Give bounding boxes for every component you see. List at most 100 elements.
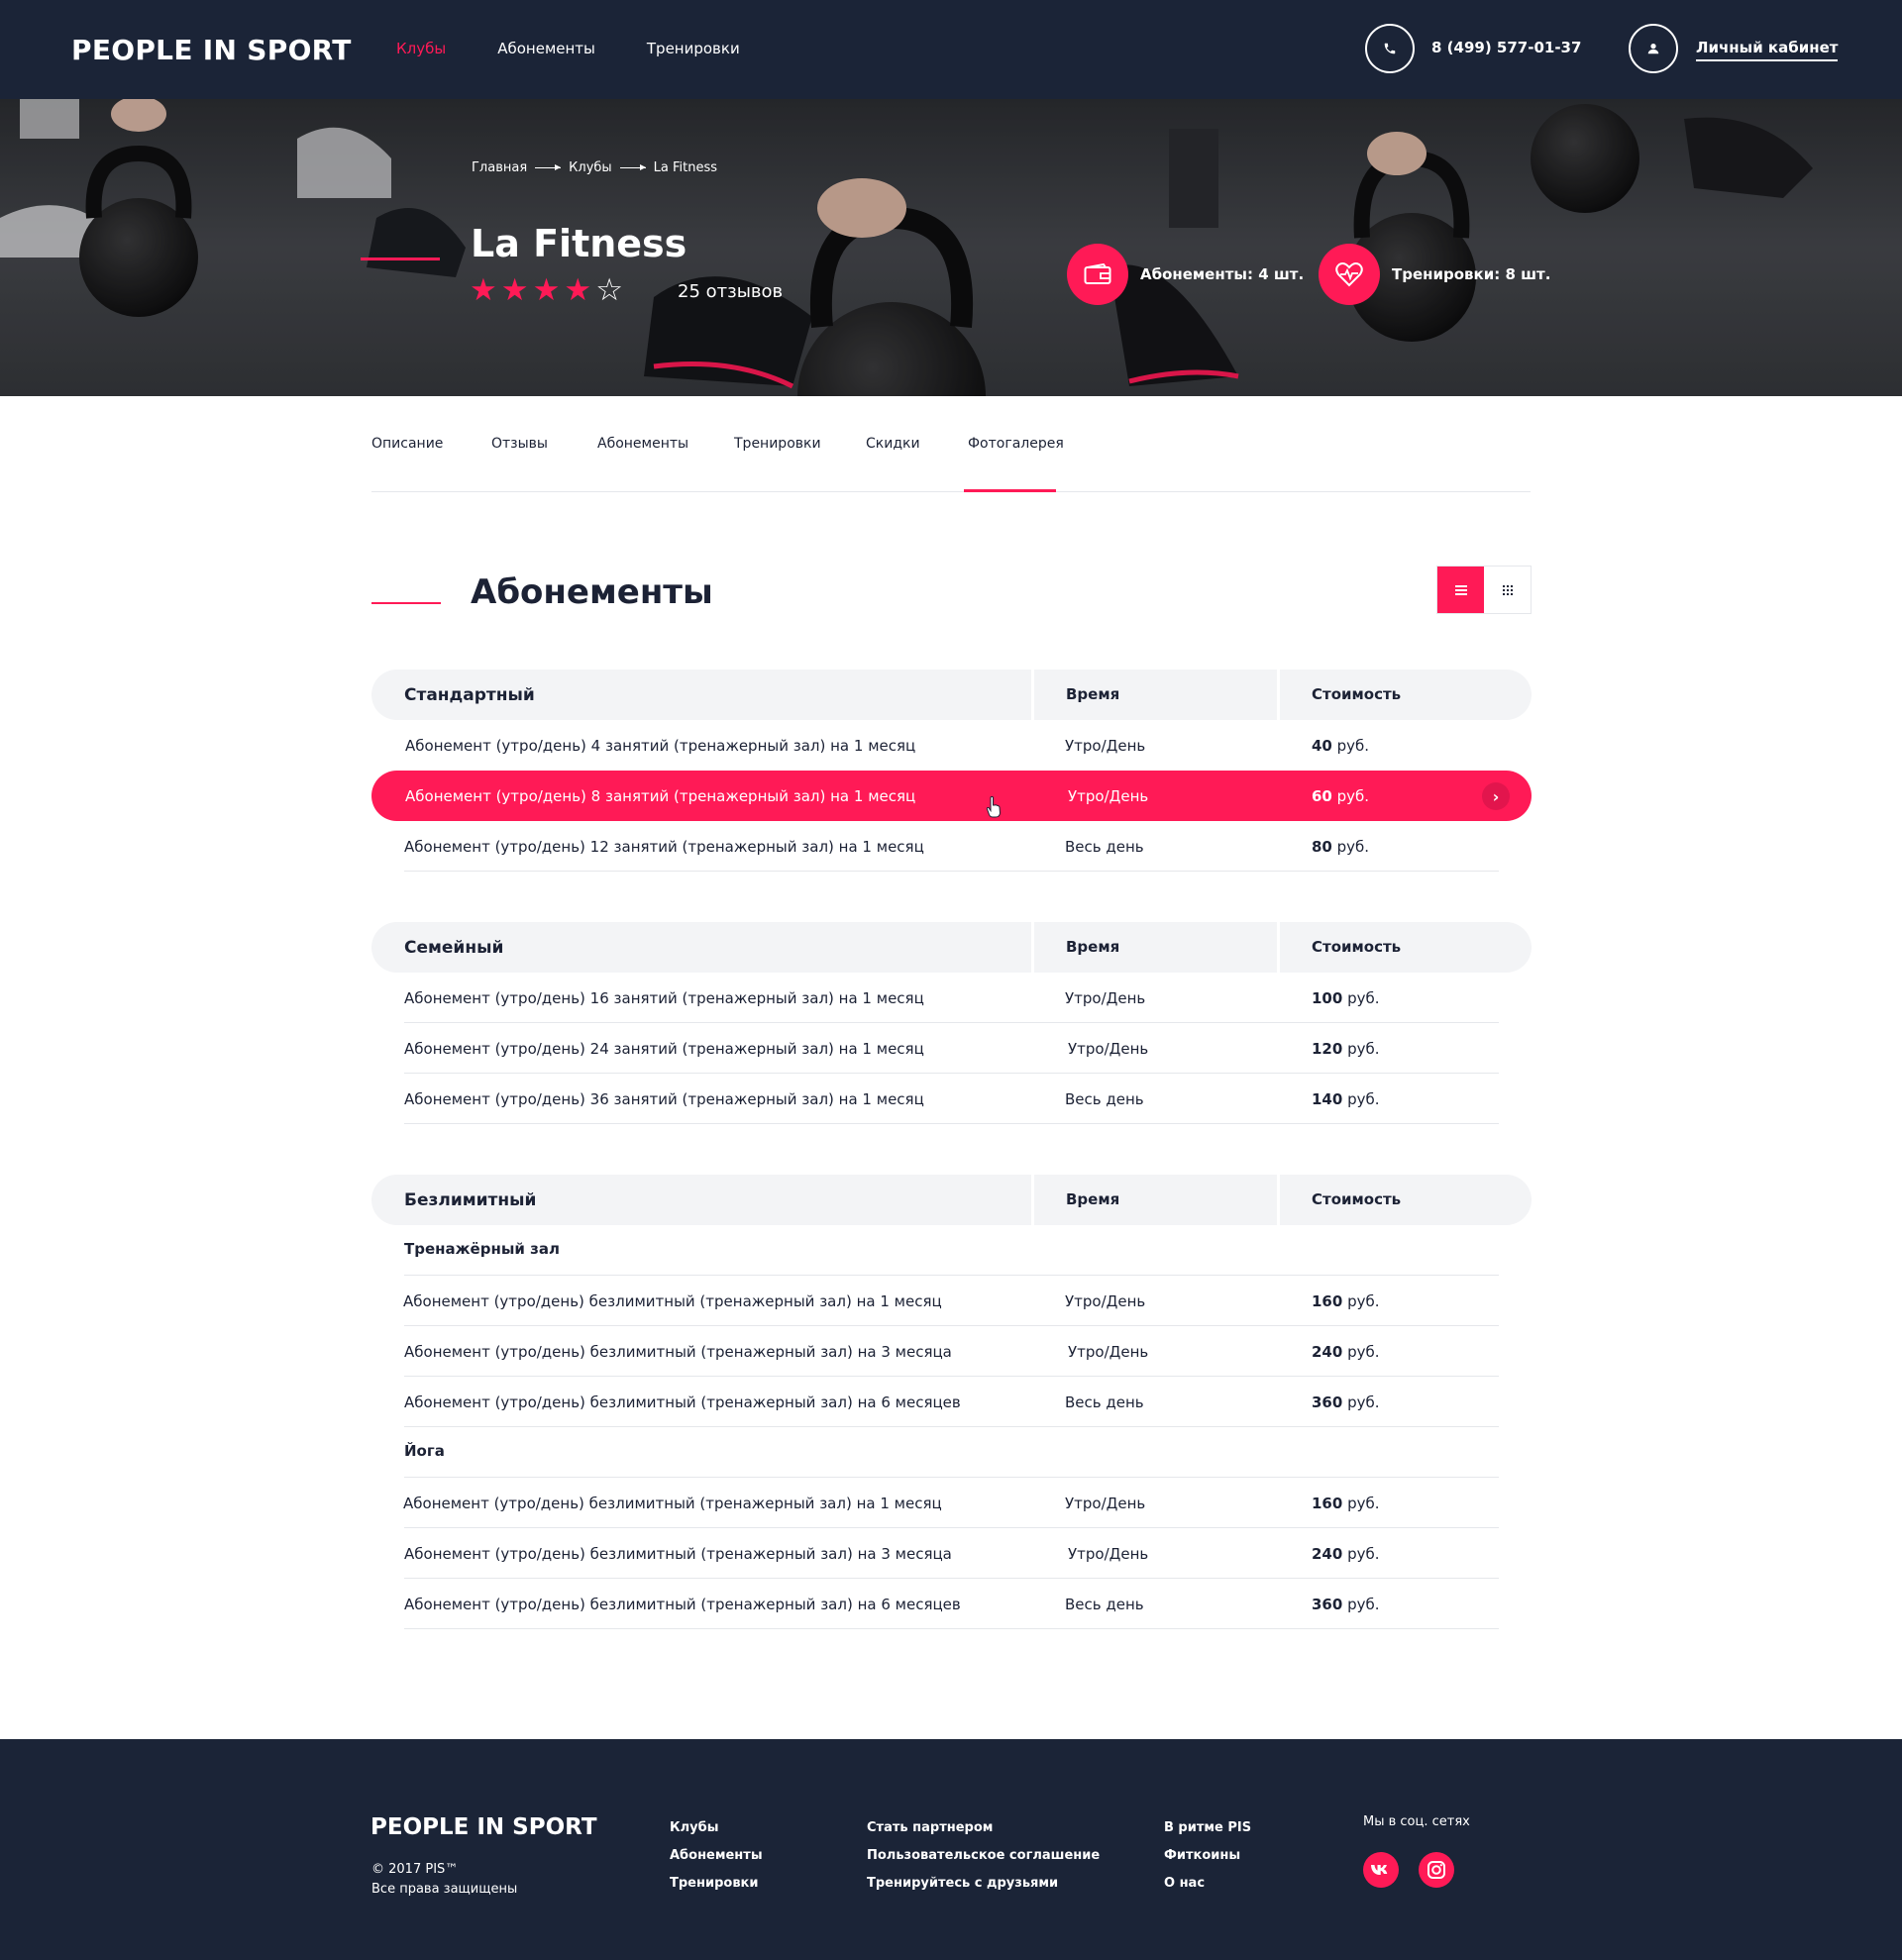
breadcrumb-clubs[interactable]: Клубы	[569, 160, 612, 175]
row-time: Утро/День	[1068, 1040, 1149, 1058]
row-time: Утро/День	[1065, 1292, 1146, 1310]
title-accent-line	[361, 258, 440, 260]
tab-gallery[interactable]: Фотогалерея	[968, 436, 1064, 452]
chevron-right-icon[interactable]: ›	[1482, 782, 1510, 810]
active-tab-indicator	[964, 489, 1056, 492]
row-price: 240 руб.	[1312, 1343, 1380, 1361]
table-row[interactable]: Абонемент (утро/день) безлимитный (трена…	[371, 1528, 1532, 1579]
footer-logo[interactable]: PEOPLE IN SPORT	[370, 1814, 597, 1840]
footer-nav-col-3: В ритме PIS Фиткоины О нас	[1164, 1814, 1251, 1898]
cursor-hand-icon	[986, 796, 1002, 818]
footer-link-partner[interactable]: Стать партнером	[867, 1814, 1100, 1842]
footer-link-friends[interactable]: Тренируйтесь с друзьями	[867, 1870, 1100, 1898]
site-header: PEOPLE IN SPORT Клубы Абонементы Трениро…	[0, 0, 1902, 99]
footer-link-rhythm[interactable]: В ритме PIS	[1164, 1814, 1251, 1842]
row-price: 60 руб.	[1312, 787, 1370, 805]
group-title: Семейный	[404, 938, 504, 958]
row-name: Абонемент (утро/день) 16 занятий (тренаж…	[404, 989, 924, 1007]
tab-discounts[interactable]: Скидки	[866, 436, 920, 452]
row-name: Абонемент (утро/день) 12 занятий (тренаж…	[404, 838, 924, 856]
row-price: 360 руб.	[1312, 1393, 1380, 1411]
table-row[interactable]: Абонемент (утро/день) безлимитный (трена…	[371, 1478, 1532, 1528]
phone-number[interactable]: 8 (499) 577-01-37	[1431, 39, 1581, 56]
footer-link-fitcoins[interactable]: Фиткоины	[1164, 1842, 1251, 1870]
star-filled-icon: ★	[500, 272, 529, 308]
nav-clubs[interactable]: Клубы	[396, 40, 446, 57]
group-header: Безлимитный Время Стоимость	[371, 1175, 1532, 1225]
account-link[interactable]: Личный кабинет	[1696, 39, 1839, 61]
reviews-count[interactable]: 25 отзывов	[678, 281, 783, 302]
footer-link-trainings[interactable]: Тренировки	[670, 1870, 763, 1898]
table-row-highlighted[interactable]: Абонемент (утро/день) 8 занятий (тренаже…	[371, 771, 1532, 821]
row-name: Абонемент (утро/день) безлимитный (трена…	[403, 1495, 942, 1512]
column-time: Время	[1066, 685, 1120, 703]
row-name: Абонемент (утро/день) 4 занятий (тренаже…	[405, 737, 916, 755]
table-row[interactable]: Абонемент (утро/день) безлимитный (трена…	[371, 1326, 1532, 1377]
heartbeat-icon	[1319, 244, 1380, 305]
table-row[interactable]: Абонемент (утро/день) 16 занятий (тренаж…	[371, 973, 1532, 1023]
tab-trainings[interactable]: Тренировки	[734, 436, 821, 452]
breadcrumb: Главная Клубы La Fitness	[472, 160, 717, 175]
footer-copyright: © 2017 PIS™ Все права защищены	[371, 1860, 517, 1900]
column-price: Стоимость	[1312, 1190, 1402, 1208]
arrow-right-icon	[535, 164, 562, 170]
social-title: Мы в соц. сетях	[1363, 1814, 1470, 1829]
tab-description[interactable]: Описание	[371, 436, 443, 452]
table-row[interactable]: Абонемент (утро/день) безлимитный (трена…	[371, 1579, 1532, 1629]
tab-subscriptions[interactable]: Абонементы	[597, 436, 688, 452]
row-price: 240 руб.	[1312, 1545, 1380, 1563]
table-row[interactable]: Абонемент (утро/день) 36 занятий (тренаж…	[371, 1074, 1532, 1124]
footer-nav-col-2: Стать партнером Пользовательское соглаше…	[867, 1814, 1100, 1898]
site-footer: PEOPLE IN SPORT © 2017 PIS™ Все права за…	[0, 1739, 1902, 1960]
user-icon[interactable]	[1629, 24, 1678, 73]
row-name: Абонемент (утро/день) 36 занятий (тренаж…	[404, 1090, 924, 1108]
group-title: Стандартный	[404, 685, 535, 705]
site-logo[interactable]: PEOPLE IN SPORT	[71, 34, 352, 66]
club-tabs: Описание Отзывы Абонементы Тренировки Ск…	[371, 396, 1531, 492]
stat-subscriptions-label: Абонементы: 4 шт.	[1140, 265, 1305, 283]
row-time: Утро/День	[1068, 787, 1149, 805]
table-row[interactable]: Абонемент (утро/день) 12 занятий (тренаж…	[371, 821, 1532, 872]
row-name: Абонемент (утро/день) безлимитный (трена…	[404, 1343, 952, 1361]
column-price: Стоимость	[1312, 938, 1402, 956]
row-price: 100 руб.	[1312, 989, 1380, 1007]
row-time: Весь день	[1065, 1596, 1144, 1613]
footer-link-agreement[interactable]: Пользовательское соглашение	[867, 1842, 1100, 1870]
tab-reviews[interactable]: Отзывы	[491, 436, 548, 452]
row-time: Утро/День	[1065, 1495, 1146, 1512]
footer-link-about[interactable]: О нас	[1164, 1870, 1251, 1898]
hero-banner: Главная Клубы La Fitness La Fitness ★ ★ …	[0, 99, 1902, 396]
stat-trainings-label: Тренировки: 8 шт.	[1392, 265, 1551, 283]
vk-icon[interactable]	[1363, 1852, 1399, 1888]
row-time: Весь день	[1065, 838, 1144, 856]
row-price: 160 руб.	[1312, 1495, 1380, 1512]
group-header: Семейный Время Стоимость	[371, 922, 1532, 973]
copyright-text: © 2017 PIS™	[371, 1862, 459, 1877]
footer-nav-col-1: Клубы Абонементы Тренировки	[670, 1814, 763, 1898]
row-time: Утро/День	[1065, 737, 1146, 755]
group-title: Безлимитный	[404, 1190, 537, 1210]
footer-link-clubs[interactable]: Клубы	[670, 1814, 763, 1842]
row-price: 40 руб.	[1312, 737, 1370, 755]
breadcrumb-home[interactable]: Главная	[472, 160, 527, 175]
nav-trainings[interactable]: Тренировки	[647, 40, 740, 57]
subscription-group-standard: Стандартный Время Стоимость Абонемент (у…	[371, 670, 1532, 872]
row-price: 360 руб.	[1312, 1596, 1380, 1613]
list-view-icon[interactable]	[1437, 567, 1484, 613]
nav-subscriptions[interactable]: Абонементы	[497, 40, 595, 57]
row-name: Абонемент (утро/день) безлимитный (трена…	[404, 1545, 952, 1563]
rating-stars: ★ ★ ★ ★ ☆	[470, 275, 623, 306]
row-time: Весь день	[1065, 1393, 1144, 1411]
main-nav: Клубы Абонементы Тренировки	[396, 40, 740, 57]
breadcrumb-current: La Fitness	[653, 160, 718, 175]
star-filled-icon: ★	[564, 272, 592, 308]
table-row[interactable]: Абонемент (утро/день) 4 занятий (тренаже…	[371, 720, 1532, 771]
table-row[interactable]: Абонемент (утро/день) безлимитный (трена…	[371, 1377, 1532, 1427]
table-row[interactable]: Абонемент (утро/день) безлимитный (трена…	[371, 1276, 1532, 1326]
subgroup-title: Йога	[404, 1442, 445, 1460]
instagram-icon[interactable]	[1419, 1852, 1454, 1888]
footer-link-subscriptions[interactable]: Абонементы	[670, 1842, 763, 1870]
grid-view-icon[interactable]	[1484, 567, 1531, 613]
phone-icon[interactable]	[1365, 24, 1415, 73]
table-row[interactable]: Абонемент (утро/день) 24 занятий (тренаж…	[371, 1023, 1532, 1074]
